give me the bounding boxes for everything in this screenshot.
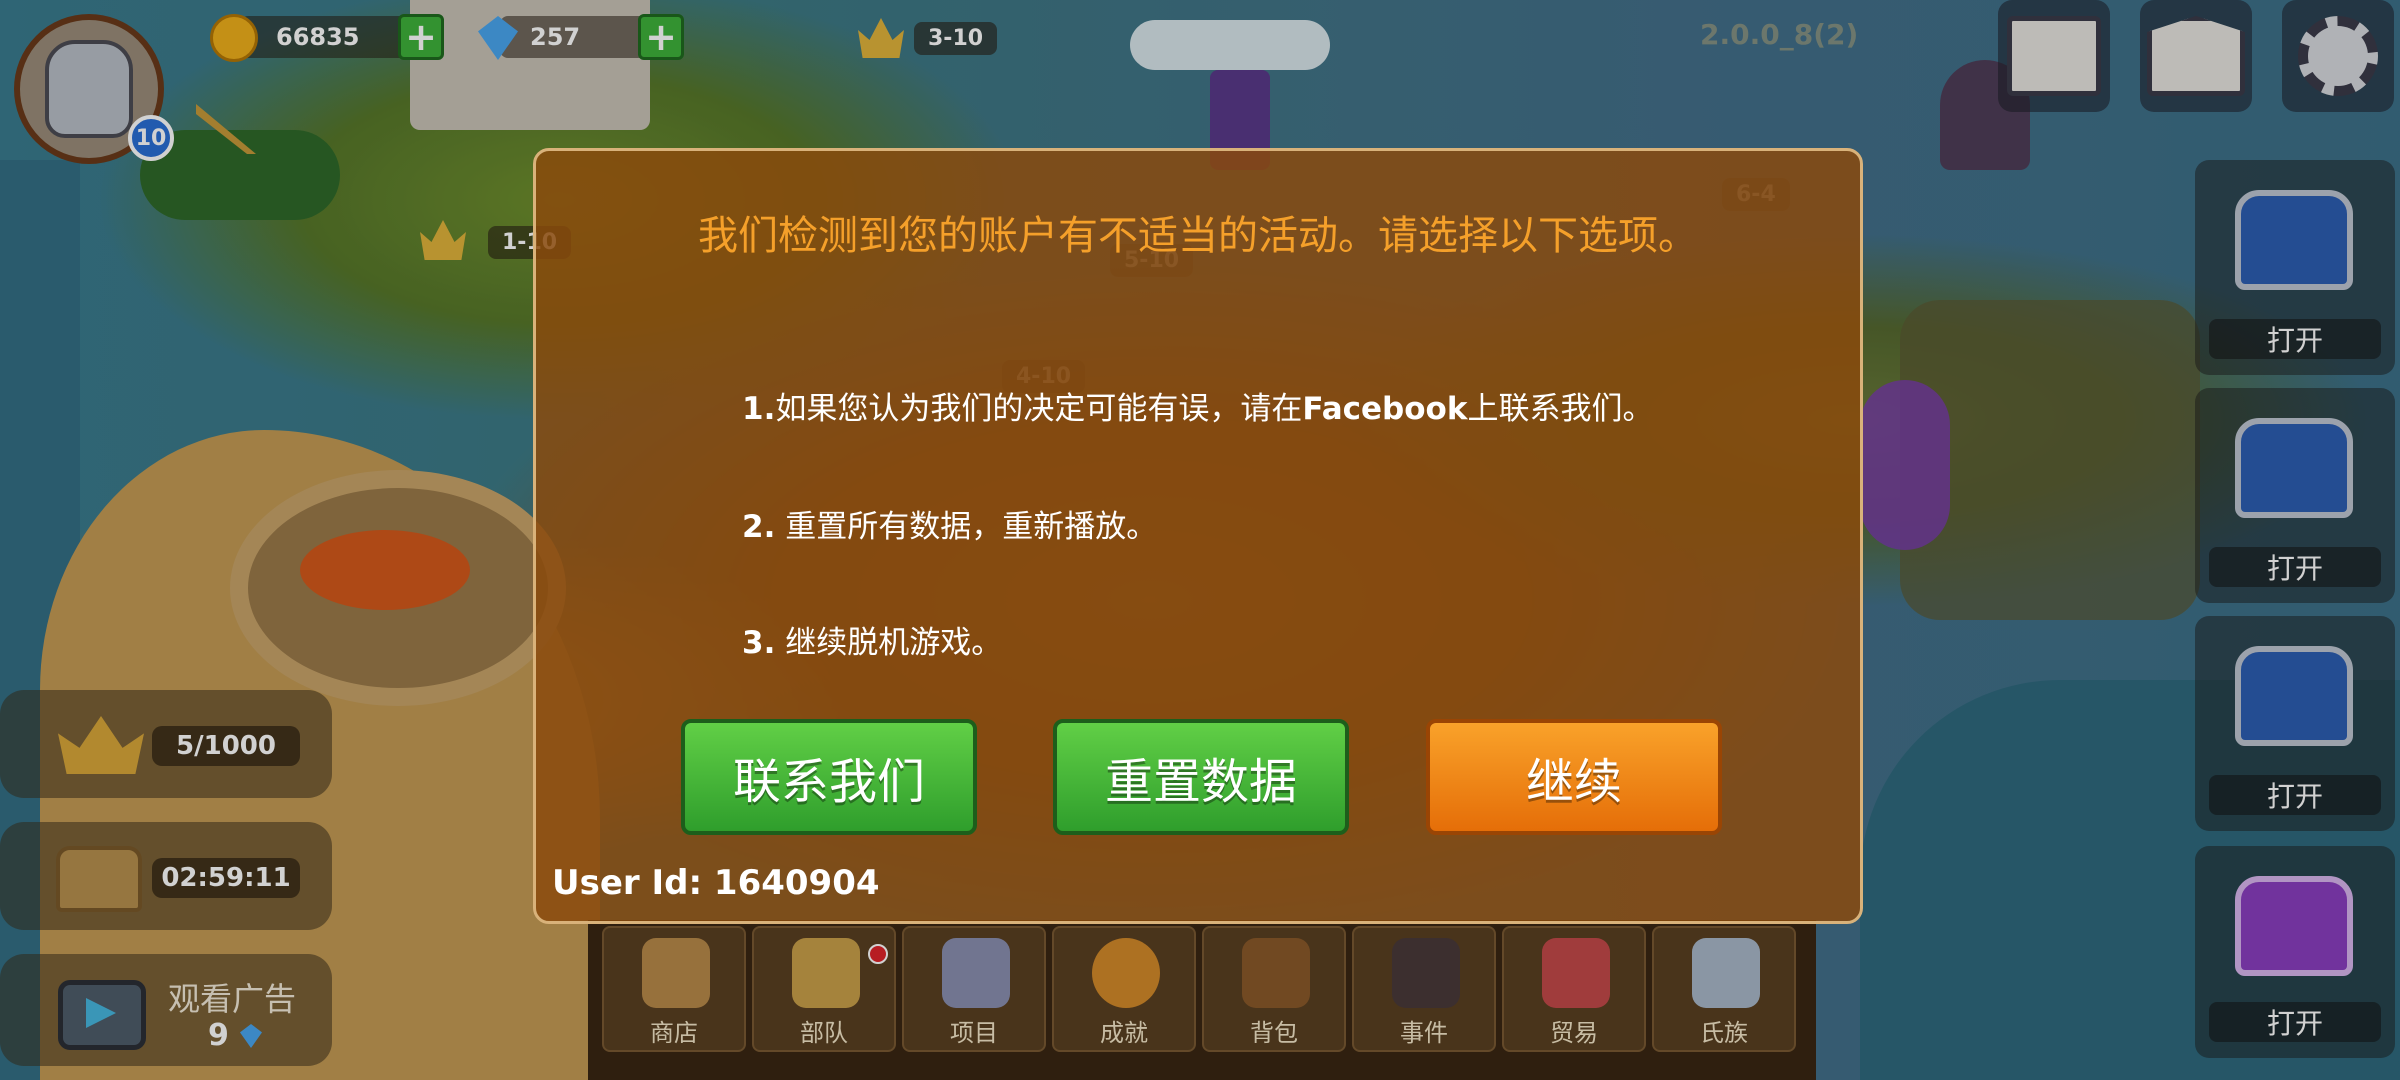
option-1-text: 1.如果您认为我们的决定可能有误，请在Facebook上联系我们。 bbox=[742, 383, 1653, 428]
contact-us-button[interactable]: 联系我们 bbox=[681, 719, 977, 835]
option-1-pre: 如果您认为我们的决定可能有误，请在 bbox=[775, 391, 1303, 427]
option-2-text: 2. 重置所有数据，重新播放。 bbox=[742, 501, 1157, 546]
option-1-facebook: Facebook bbox=[1302, 391, 1468, 427]
reset-data-button[interactable]: 重置数据 bbox=[1053, 719, 1349, 835]
dialog-title: 我们检测到您的账户有不适当的活动。请选择以下选项。 bbox=[698, 213, 1698, 259]
option-3-text: 3. 继续脱机游戏。 bbox=[742, 617, 1002, 662]
continue-button[interactable]: 继续 bbox=[1426, 719, 1722, 835]
user-id-label: User Id: 1640904 bbox=[552, 863, 880, 903]
suspicious-activity-dialog: 我们检测到您的账户有不适当的活动。请选择以下选项。 1.如果您认为我们的决定可能… bbox=[533, 148, 1863, 924]
option-2-body: 重置所有数据，重新播放。 bbox=[775, 509, 1158, 545]
option-1-number: 1. bbox=[742, 391, 776, 427]
option-1-post: 上联系我们。 bbox=[1467, 391, 1654, 427]
option-3-number: 3. bbox=[742, 625, 776, 661]
option-2-number: 2. bbox=[742, 509, 776, 545]
option-3-body: 继续脱机游戏。 bbox=[775, 625, 1003, 661]
